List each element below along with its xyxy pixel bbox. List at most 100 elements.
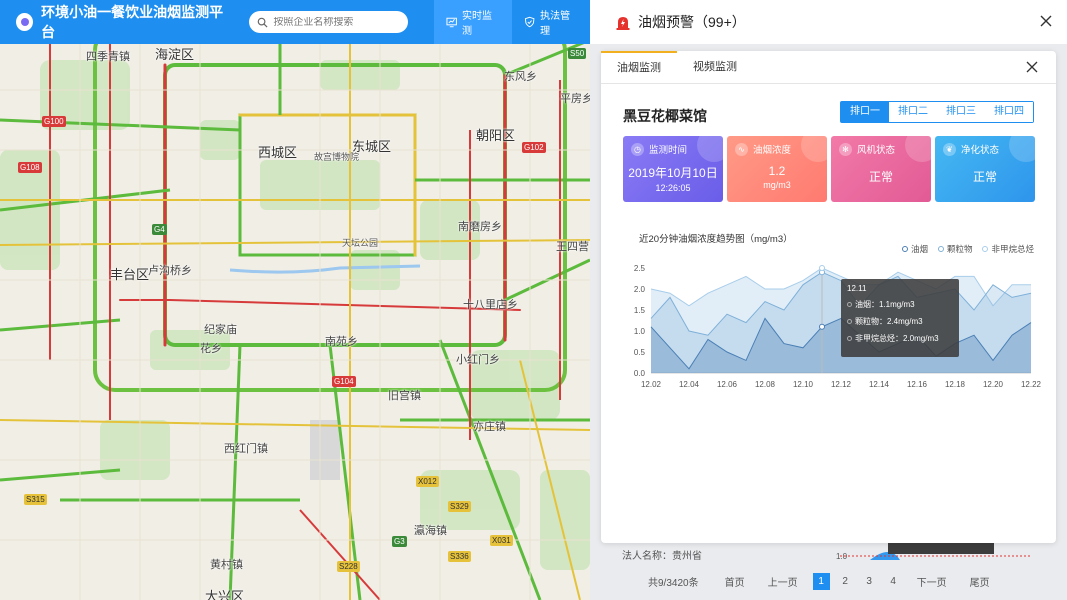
map-label: 西红门镇 bbox=[224, 443, 268, 455]
card-monitor-time: ◷ 监测时间 2019年10月10日 12:26:05 bbox=[623, 136, 723, 202]
tooltip-row: 油烟：1.1mg/m3 bbox=[855, 300, 915, 309]
port-button[interactable]: 排口二 bbox=[889, 102, 937, 122]
map-label: 黄村镇 bbox=[210, 559, 243, 571]
hover-point bbox=[819, 323, 825, 330]
alarm-icon bbox=[616, 16, 630, 30]
map-label: 故宫博物院 bbox=[314, 152, 360, 162]
shield-icon bbox=[524, 16, 535, 28]
last-page-button[interactable]: 尾页 bbox=[962, 573, 998, 590]
x-tick-label: 12.08 bbox=[755, 380, 776, 389]
hover-point bbox=[819, 265, 825, 271]
card-label: 油烟浓度 bbox=[753, 145, 792, 156]
chart-tooltip: 12.11 油烟：1.1mg/m3 颗粒物：2.4mg/m3 非甲烷总烃：2.0… bbox=[841, 279, 959, 357]
monitor-icon bbox=[446, 17, 457, 28]
y-tick-label: 0.5 bbox=[634, 348, 646, 357]
nav-enforcement[interactable]: 执法管理 bbox=[512, 0, 590, 44]
status-cards: ◷ 监测时间 2019年10月10日 12:26:05 ∿ 油烟浓度 1.2 mg/… bbox=[623, 136, 1039, 202]
card-value: 正常 bbox=[972, 170, 997, 184]
x-tick-label: 12.10 bbox=[793, 380, 814, 389]
search-input[interactable] bbox=[273, 16, 404, 28]
map-label: 南磨房乡 bbox=[458, 221, 502, 233]
card-sub: 12:26:05 bbox=[655, 183, 691, 193]
total-count: 共9/3420条 bbox=[648, 578, 699, 589]
map-district: 大兴区 bbox=[205, 589, 245, 600]
map-label: 平房乡 bbox=[560, 93, 593, 105]
tab-smoke-monitor[interactable]: 油烟监测 bbox=[601, 51, 677, 84]
tab-video-monitor[interactable]: 视频监测 bbox=[677, 51, 753, 84]
app-logo bbox=[16, 13, 34, 31]
card-value: 1.2 bbox=[768, 164, 786, 178]
map-label: 东风乡 bbox=[504, 71, 537, 83]
road-badge: S315 bbox=[24, 494, 47, 505]
drawer-header: 油烟预警（99+） bbox=[590, 0, 1067, 44]
x-tick-label: 12.04 bbox=[679, 380, 700, 389]
legend-label: 油烟 bbox=[910, 244, 928, 254]
map-label: 亦庄镇 bbox=[473, 421, 506, 433]
x-tick-label: 12.22 bbox=[1021, 380, 1042, 389]
x-tick-label: 12.12 bbox=[831, 380, 852, 389]
close-icon[interactable] bbox=[1026, 61, 1038, 73]
alert-drawer: 油烟预警（99+） 法人名称：贵州省 1.0 共9/3420条 首页 上一页 1… bbox=[590, 0, 1067, 600]
pagination: 共9/3420条 首页 上一页 1 2 3 4 下一页 尾页 bbox=[648, 573, 1005, 590]
y-tick-label: 2.0 bbox=[634, 285, 646, 294]
legend-label: 非甲烷总烃 bbox=[991, 244, 1034, 254]
map-label: 花乡 bbox=[200, 343, 222, 355]
map-label: 小红门乡 bbox=[456, 354, 500, 366]
nav-label: 执法管理 bbox=[540, 11, 571, 37]
trend-chart[interactable]: 0.0 0.5 1.0 1.5 2.0 2.5 12.02 12.04 12.06 12.08 12… bbox=[623, 256, 1043, 406]
x-tick-label: 12.06 bbox=[717, 380, 738, 389]
road-badge: S228 bbox=[337, 561, 360, 572]
next-page-button[interactable]: 下一页 bbox=[909, 573, 955, 590]
map-district: 海淀区 bbox=[155, 47, 195, 62]
page-button[interactable]: 1 bbox=[812, 573, 830, 590]
legend-item[interactable]: 非甲烷总烃 bbox=[982, 243, 1034, 255]
prev-page-button[interactable]: 上一页 bbox=[760, 573, 806, 590]
legend-item[interactable]: 颗粒物 bbox=[937, 243, 972, 255]
first-page-button[interactable]: 首页 bbox=[717, 573, 753, 590]
road-badge: X012 bbox=[416, 476, 439, 487]
nav-realtime-monitor[interactable]: 实时监测 bbox=[433, 0, 512, 44]
map-label: 瀛海镇 bbox=[414, 525, 447, 537]
port-button[interactable]: 排口三 bbox=[937, 102, 985, 122]
x-tick-label: 12.16 bbox=[907, 380, 928, 389]
card-sub: mg/m3 bbox=[763, 180, 791, 190]
page-button[interactable]: 2 bbox=[837, 573, 854, 590]
card-purify-status: ❦ 净化状态 正常 bbox=[935, 136, 1035, 202]
map-label: 天坛公园 bbox=[342, 238, 379, 248]
y-tick-label: 1.5 bbox=[634, 306, 646, 315]
card-value: 正常 bbox=[868, 170, 893, 184]
chart-legend: 油烟 颗粒物 非甲烷总烃 bbox=[892, 243, 1034, 255]
nav-label: 实时监测 bbox=[461, 11, 492, 37]
clock-icon: ◷ bbox=[631, 142, 644, 156]
road-badge: X031 bbox=[490, 535, 513, 546]
mini-chart: 1.0 bbox=[836, 542, 1030, 561]
legal-person-label: 法人名称：贵州省 bbox=[622, 551, 702, 562]
chart-title: 近20分钟油烟浓度趋势图（mg/m3） bbox=[639, 234, 793, 245]
road-badge: G100 bbox=[42, 116, 66, 127]
mini-chart-value: 1.0 bbox=[836, 552, 848, 561]
road-badge: G4 bbox=[152, 224, 167, 235]
search-box[interactable] bbox=[249, 11, 408, 33]
close-icon[interactable] bbox=[1039, 14, 1053, 28]
tooltip-row: 非甲烷总烃：2.0mg/m3 bbox=[855, 334, 939, 343]
tooltip-row: 颗粒物：2.4mg/m3 bbox=[855, 317, 923, 326]
map-label: 南苑乡 bbox=[325, 336, 358, 348]
road-badge: S329 bbox=[448, 501, 471, 512]
card-value: 2019年10月10日 bbox=[628, 166, 718, 180]
tooltip-x: 12.11 bbox=[847, 284, 867, 293]
port-button[interactable]: 排口四 bbox=[985, 102, 1033, 122]
page-button[interactable]: 3 bbox=[861, 573, 878, 590]
card-fan-status: ✻ 风机状态 正常 bbox=[831, 136, 931, 202]
card-label: 净化状态 bbox=[961, 145, 1000, 156]
y-tick-label: 0.0 bbox=[634, 369, 646, 378]
map-label: 王四营 bbox=[556, 241, 589, 253]
card-label: 风机状态 bbox=[857, 145, 896, 156]
modal-tabs: 油烟监测 视频监测 bbox=[601, 51, 1056, 84]
y-tick-label: 1.0 bbox=[634, 327, 646, 336]
page-button[interactable]: 4 bbox=[885, 573, 902, 590]
port-button[interactable]: 排口一 bbox=[841, 102, 889, 122]
map-label: 卢沟桥乡 bbox=[148, 265, 192, 277]
shop-name: 黑豆花椰菜馆 bbox=[623, 108, 707, 124]
legend-item[interactable]: 油烟 bbox=[901, 243, 928, 255]
road-badge: G104 bbox=[332, 376, 356, 387]
